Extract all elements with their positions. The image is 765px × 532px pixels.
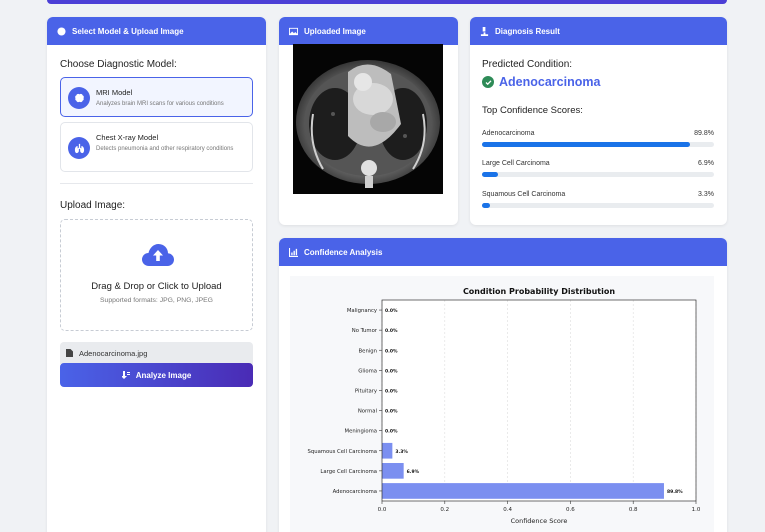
bar-value-label: 0.0%	[385, 328, 398, 334]
diagnosis-header: Diagnosis Result	[470, 17, 727, 45]
bar	[382, 442, 393, 459]
score-value: 89.8%	[694, 130, 714, 137]
mri-model-desc: Analyzes brain MRI scans for various con…	[96, 101, 224, 107]
score-name: Squamous Cell Carcinoma	[482, 191, 566, 198]
score-name: Large Cell Carcinoma	[482, 160, 550, 167]
brain-icon	[57, 26, 66, 36]
dropzone-formats: Supported formats: JPG, PNG, JPEG	[100, 297, 213, 304]
microscope-icon	[480, 26, 489, 36]
y-tick-label: Benign	[359, 348, 377, 354]
bar-value-label: 89.8%	[667, 489, 683, 495]
uploaded-image-title: Uploaded Image	[304, 26, 366, 36]
upload-dropzone[interactable]: Drag & Drop or Click to Upload Supported…	[60, 219, 253, 331]
chart-area: Condition Probability Distribution 0.0 0.2…	[290, 276, 714, 532]
uploaded-image-card: Uploaded Image	[279, 17, 458, 225]
bar-value-label: 0.0%	[385, 348, 398, 354]
bar-value-label: 6.9%	[407, 469, 420, 475]
score-track	[482, 172, 714, 177]
x-axis-label: Confidence Score	[511, 517, 568, 525]
y-tick-label: Squamous Cell Carcinoma	[307, 449, 377, 455]
file-name: Adenocarcinoma.jpg	[79, 348, 148, 358]
lungs-icon	[68, 137, 90, 159]
score-fill	[482, 172, 498, 177]
score-track	[482, 142, 714, 147]
dropzone-title: Drag & Drop or Click to Upload	[91, 281, 222, 292]
y-tick-label: Glioma	[358, 368, 377, 374]
confidence-header: Confidence Analysis	[279, 238, 727, 266]
top-accent-bar	[47, 0, 727, 4]
bar	[382, 483, 664, 499]
x-tick-label: 0.2	[440, 507, 449, 513]
analyze-image-button[interactable]: Analyze Image	[60, 363, 253, 387]
y-tick-label: No Tumor	[352, 328, 378, 334]
mri-model-option[interactable]: MRI Model Analyzes brain MRI scans for v…	[60, 77, 253, 117]
mri-model-name: MRI Model	[96, 88, 133, 97]
bar-value-label: 0.0%	[385, 409, 398, 415]
score-fill	[482, 142, 691, 147]
y-tick-label: Malignancy	[347, 308, 377, 314]
model-upload-card: Select Model & Upload Image Choose Diagn…	[47, 17, 266, 532]
predicted-condition-value: Adenocarcinoma	[499, 75, 601, 89]
bar-chart-icon	[289, 247, 298, 257]
bar-value-label: 3.3%	[395, 449, 408, 455]
score-track	[482, 203, 714, 208]
x-tick-label: 0.6	[566, 507, 575, 513]
diagnosis-result-card: Diagnosis Result Predicted Condition: Ad…	[470, 17, 727, 225]
x-tick-label: 0.4	[503, 507, 512, 513]
score-fill	[482, 203, 490, 208]
score-value: 3.3%	[698, 191, 714, 198]
analyze-icon	[121, 371, 130, 379]
predicted-condition-label: Predicted Condition:	[482, 59, 573, 70]
choose-model-title: Choose Diagnostic Model:	[60, 59, 177, 70]
brain-icon	[68, 87, 90, 109]
bar	[382, 463, 404, 479]
y-tick-label: Large Cell Carcinoma	[320, 469, 377, 475]
bar-value-label: 0.0%	[385, 429, 398, 435]
file-icon	[66, 349, 73, 357]
confidence-title: Confidence Analysis	[304, 247, 383, 257]
bar-value-label: 0.0%	[385, 368, 398, 374]
uploaded-image-header: Uploaded Image	[279, 17, 458, 45]
chest-xray-model-desc: Detects pneumonia and other respiratory …	[96, 146, 234, 152]
y-tick-label: Pituitary	[355, 388, 377, 394]
section-divider	[60, 183, 253, 184]
upload-title: Upload Image:	[60, 200, 126, 211]
cloud-upload-icon	[142, 244, 174, 266]
ct-scan-image	[293, 44, 443, 194]
predicted-condition: Adenocarcinoma	[482, 75, 600, 89]
y-tick-label: Meningioma	[345, 429, 378, 435]
probability-chart: Condition Probability Distribution 0.0 0.2…	[307, 287, 701, 525]
chart-title: Condition Probability Distribution	[463, 287, 615, 296]
selected-file-row: Adenocarcinoma.jpg	[60, 342, 253, 364]
analyze-image-label: Analyze Image	[135, 370, 192, 380]
diagnosis-title: Diagnosis Result	[495, 26, 560, 36]
x-tick-label: 0.8	[629, 507, 638, 513]
bar-value-label: 0.0%	[385, 308, 398, 314]
confidence-analysis-card: Confidence Analysis Condition Probabilit…	[279, 238, 727, 532]
y-tick-label: Adenocarcinoma	[333, 489, 377, 495]
score-value: 6.9%	[698, 160, 714, 167]
y-tick-label: Normal	[358, 409, 377, 415]
model-upload-title: Select Model & Upload Image	[72, 26, 184, 36]
top-scores-label: Top Confidence Scores:	[482, 105, 583, 116]
chest-xray-model-name: Chest X-ray Model	[96, 133, 159, 142]
check-circle-icon	[482, 76, 494, 88]
x-tick-label: 0.0	[378, 507, 387, 513]
x-tick-label: 1.0	[692, 507, 701, 513]
model-upload-header: Select Model & Upload Image	[47, 17, 266, 45]
chest-xray-model-option[interactable]: Chest X-ray Model Detects pneumonia and …	[60, 122, 253, 172]
score-name: Adenocarcinoma	[482, 130, 535, 137]
bar-value-label: 0.0%	[385, 388, 398, 394]
plot-background	[382, 300, 696, 501]
image-icon	[289, 27, 298, 35]
